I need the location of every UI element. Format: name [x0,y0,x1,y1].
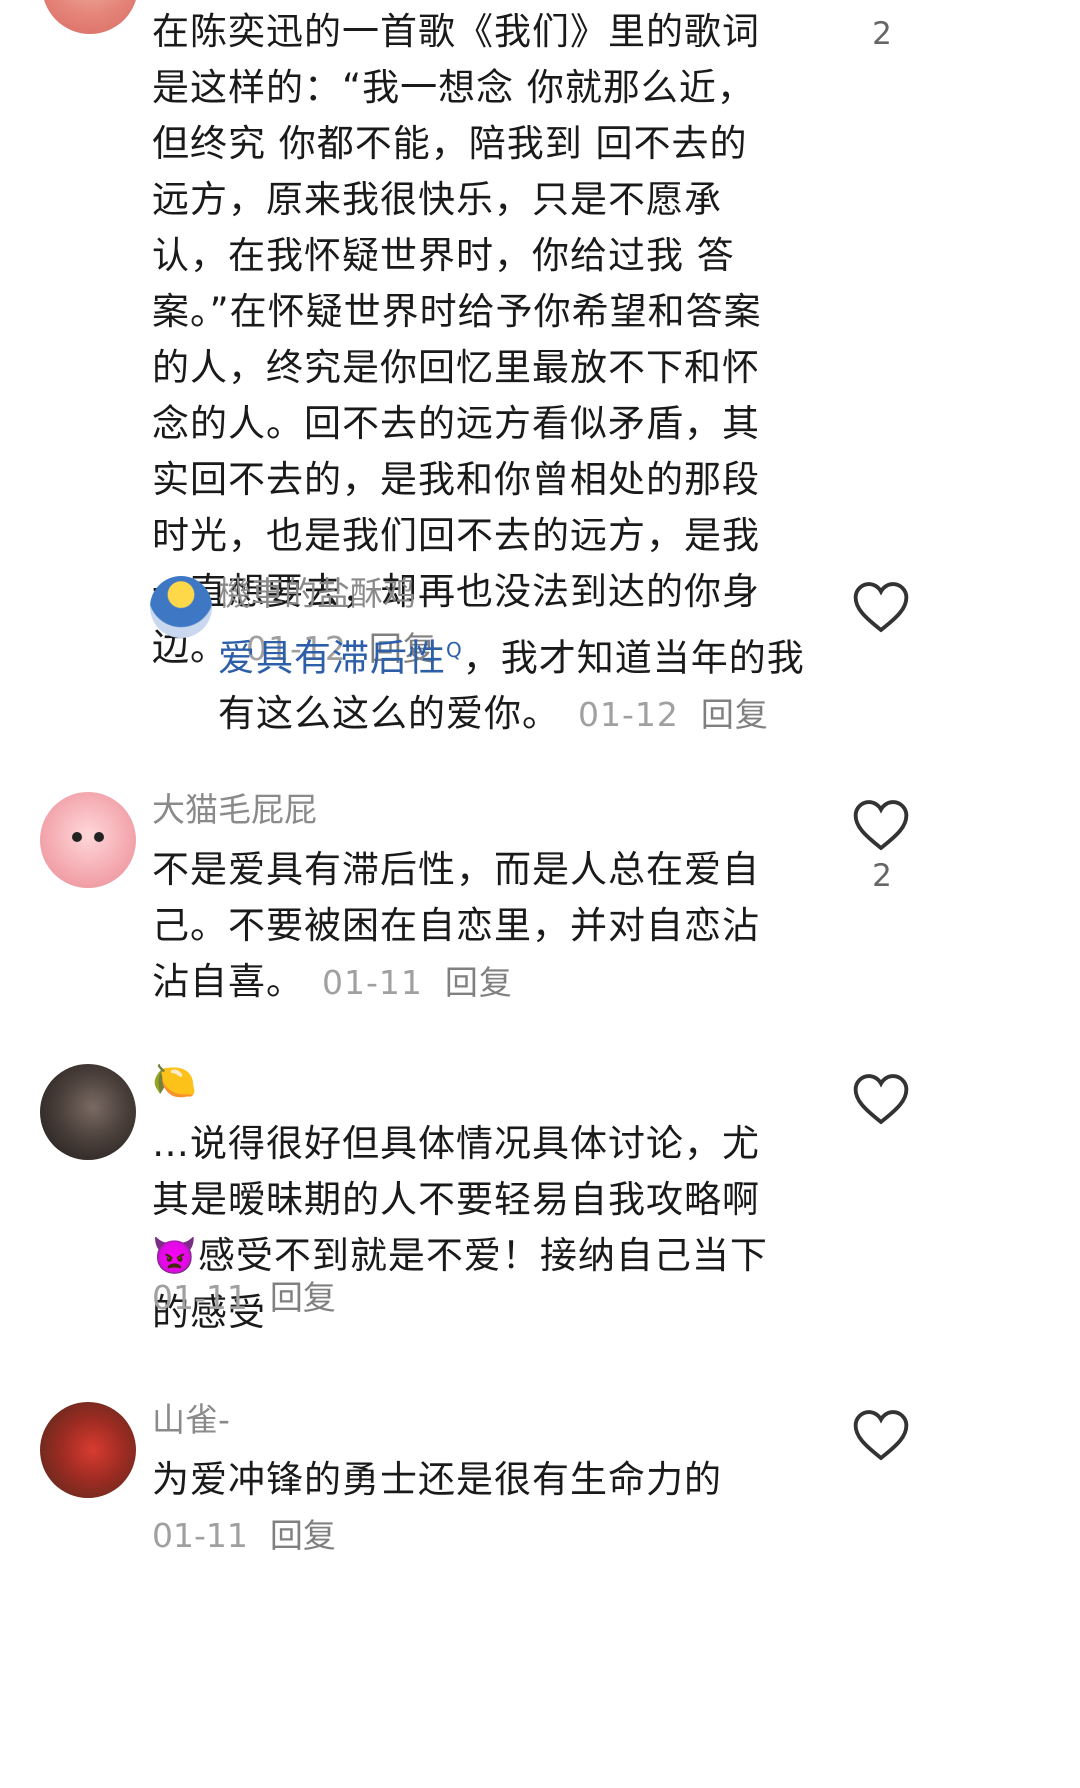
comment-meta: 01-11 回复 [152,1514,336,1564]
username-emoji[interactable]: 🍋 [152,1060,197,1104]
heart-outline-icon[interactable] [852,1072,910,1126]
avatar[interactable] [40,1402,136,1498]
search-icon: Q [446,638,463,662]
angry-face-emoji: 👿 [152,1236,198,1277]
avatar[interactable] [40,1064,136,1160]
topic-link[interactable]: 爱具有滞后性 [218,636,446,679]
username[interactable]: 山雀- [152,1398,230,1442]
heart-outline-icon[interactable] [852,1408,910,1462]
heart-outline-icon[interactable] [852,580,910,634]
avatar[interactable] [42,0,138,34]
comment-text: 不是爱具有滞后性，而是人总在爱自己。不要被困在自恋里，并对自恋沾沾自喜。 01-1… [152,848,760,1003]
heart-outline-icon[interactable] [852,798,910,852]
comment-text: 爱具有滞后性Q，我才知道当年的我有这么这么的爱你。 01-12 回复 [218,636,805,736]
comment-date: 01-12 [578,695,679,735]
comment-date: 01-11 [152,1516,248,1555]
comment-text: 为爱冲锋的勇士还是很有生命力的 [152,1458,722,1501]
reply-button[interactable]: 回复 [270,1278,336,1317]
like-count: 2 [872,16,892,52]
username[interactable]: 機車的盐酥鸡 [218,572,416,616]
avatar[interactable] [40,792,136,888]
reply-button[interactable]: 回复 [701,695,769,734]
reply-button[interactable]: 回复 [270,1516,336,1555]
like-count: 2 [872,858,892,894]
username[interactable]: 大猫毛屁屁 [152,788,317,832]
comment-meta: 01-11 回复 [152,1276,336,1326]
comment-date: 01-11 [322,963,423,1002]
avatar[interactable] [150,576,212,638]
comment-date: 01-11 [152,1278,248,1317]
reply-button[interactable]: 回复 [445,963,513,1002]
